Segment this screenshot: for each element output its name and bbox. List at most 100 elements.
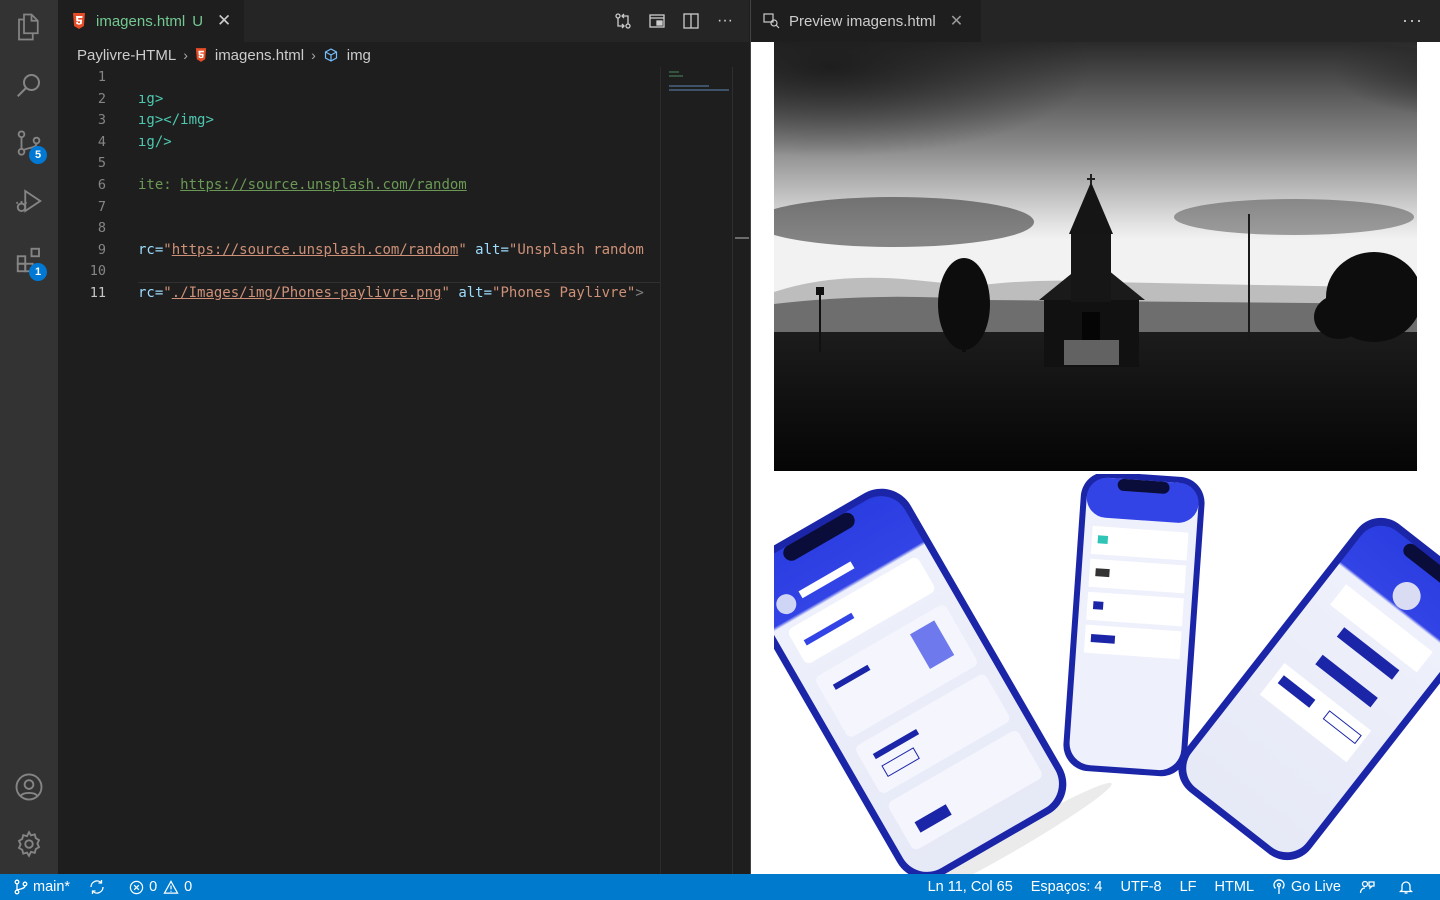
code-token: img [180,112,206,129]
line-number: 6 [97,176,106,193]
code-line[interactable]: ıg></img> [138,110,660,132]
line-number: 5 [97,155,106,172]
line-number: 1 [97,69,106,85]
chevron-right-icon: › [183,47,188,63]
preview-tab-label: Preview imagens.html [789,12,936,30]
chevron-right-icon: › [311,47,316,63]
split-editor-icon[interactable] [681,11,701,31]
sync-icon [90,880,104,894]
line-number: 10 [89,263,106,280]
go-live-button[interactable]: Go Live [1263,874,1350,900]
code-token: ./Images/img/Phones-paylivre.png [171,284,442,301]
symbol-element-icon [324,48,337,62]
unsplash-random-image [774,42,1417,471]
code-token: > [205,112,214,129]
warning-count: 0 [184,879,193,895]
code-token: rc= [138,241,164,258]
bell-icon [1398,881,1414,894]
html5-file-icon [73,13,85,29]
code-token: alt= [466,241,509,258]
warning-icon [163,879,179,894]
problems-indicator[interactable]: 0 0 [120,874,201,900]
preview-group: Preview imagens.html ✕ ··· [750,0,1440,874]
feedback-icon [1359,880,1375,894]
code-area[interactable]: ıg> ıg></img> ıg/> ite: https://source.unsp… [138,67,660,305]
code-line[interactable] [138,218,660,240]
manage-gear-icon[interactable] [0,820,58,868]
search-icon[interactable] [0,61,58,109]
open-preview-icon[interactable] [647,11,667,31]
code-token: https://source.unsplash.com/random [171,241,459,258]
untracked-indicator: U [192,12,204,30]
tab-imagens-html[interactable]: imagens.html U ✕ [58,0,244,42]
code-token: rc= [138,284,164,301]
more-actions-icon[interactable]: ··· [715,11,735,31]
preview-content [751,42,1440,874]
code-line[interactable]: rc="./Images/img/Phones-paylivre.png" al… [138,281,660,305]
run-debug-icon[interactable] [0,177,58,225]
code-token: </ [163,112,181,129]
line-number: 4 [97,133,106,150]
source-control-icon[interactable]: 5 [0,119,58,167]
code-line[interactable]: ıg/> [138,132,660,154]
preview-more-icon[interactable]: ··· [1402,10,1423,31]
open-changes-icon[interactable] [613,11,633,31]
code-token: " [441,284,450,301]
breadcrumb-symbol[interactable]: img [347,47,371,64]
code-token: "Phones Paylivre" [492,284,636,301]
line-number-gutter: 1 2 3 4 5 6 7 8 9 10 11 [58,67,120,305]
feedback-button[interactable] [1350,874,1389,900]
close-tab-icon[interactable]: ✕ [217,11,231,31]
breadcrumb-folder[interactable]: Paylivre-HTML [77,47,176,64]
code-line[interactable]: ite: https://source.unsplash.com/random [138,175,660,197]
notifications-button[interactable] [1389,874,1428,900]
breadcrumb-file[interactable]: imagens.html [215,47,304,64]
preview-icon [763,13,780,29]
code-line[interactable] [138,153,660,175]
cursor-position[interactable]: Ln 11, Col 65 [919,874,1022,900]
code-line[interactable] [138,261,660,283]
encoding[interactable]: UTF-8 [1112,874,1171,900]
code-line[interactable] [138,197,660,219]
line-number: 3 [97,112,106,129]
code-token: "Unsplash random [508,241,644,258]
branch-indicator[interactable]: main* [0,874,79,900]
phones-paylivre-image [774,474,1440,874]
html5-file-icon [195,48,207,62]
preview-tab-bar: Preview imagens.html ✕ ··· [751,0,1440,42]
end-of-line[interactable]: LF [1171,874,1206,900]
line-number: 7 [97,198,106,215]
indentation[interactable]: Espaços: 4 [1022,874,1112,900]
code-token: ıg> [138,112,164,129]
tab-label: imagens.html [96,12,186,30]
extensions-icon[interactable]: 1 [0,236,58,284]
explorer-icon[interactable] [0,3,58,51]
code-line[interactable]: rc="https://source.unsplash.com/random" … [138,240,660,262]
tab-preview-imagens[interactable]: Preview imagens.html ✕ [751,0,981,42]
sync-button[interactable] [79,874,120,900]
code-token: " [163,241,172,258]
language-mode[interactable]: HTML [1206,874,1263,900]
code-token: ıg/> [138,133,172,150]
code-line[interactable]: ıg> [138,89,660,111]
editor-tab-bar: imagens.html U ✕ ··· [58,0,749,42]
accounts-icon[interactable] [0,763,58,811]
code-line[interactable] [138,67,660,89]
close-preview-icon[interactable]: ✕ [950,11,963,31]
code-token: ıg> [138,90,164,107]
code-token: https://source.unsplash.com/random [180,176,467,193]
code-token: " [458,241,467,258]
git-branch-icon [14,879,28,895]
line-number: 11 [89,284,106,301]
breadcrumb: Paylivre-HTML › imagens.html › img [58,42,749,68]
scrollbar-thumb[interactable] [735,237,749,239]
status-right: Ln 11, Col 65 Espaços: 4 UTF-8 LF HTML G… [919,874,1428,900]
line-number: 9 [97,241,106,258]
code-token: > [635,284,644,301]
editor-scrollbar[interactable] [732,67,749,874]
branch-name: main* [33,879,71,895]
go-live-label: Go Live [1291,879,1341,895]
minimap[interactable] [660,67,732,874]
editor-group: imagens.html U ✕ ··· Paylivre-HTML › ima… [58,0,749,874]
activity-bar: 5 1 [0,0,58,874]
